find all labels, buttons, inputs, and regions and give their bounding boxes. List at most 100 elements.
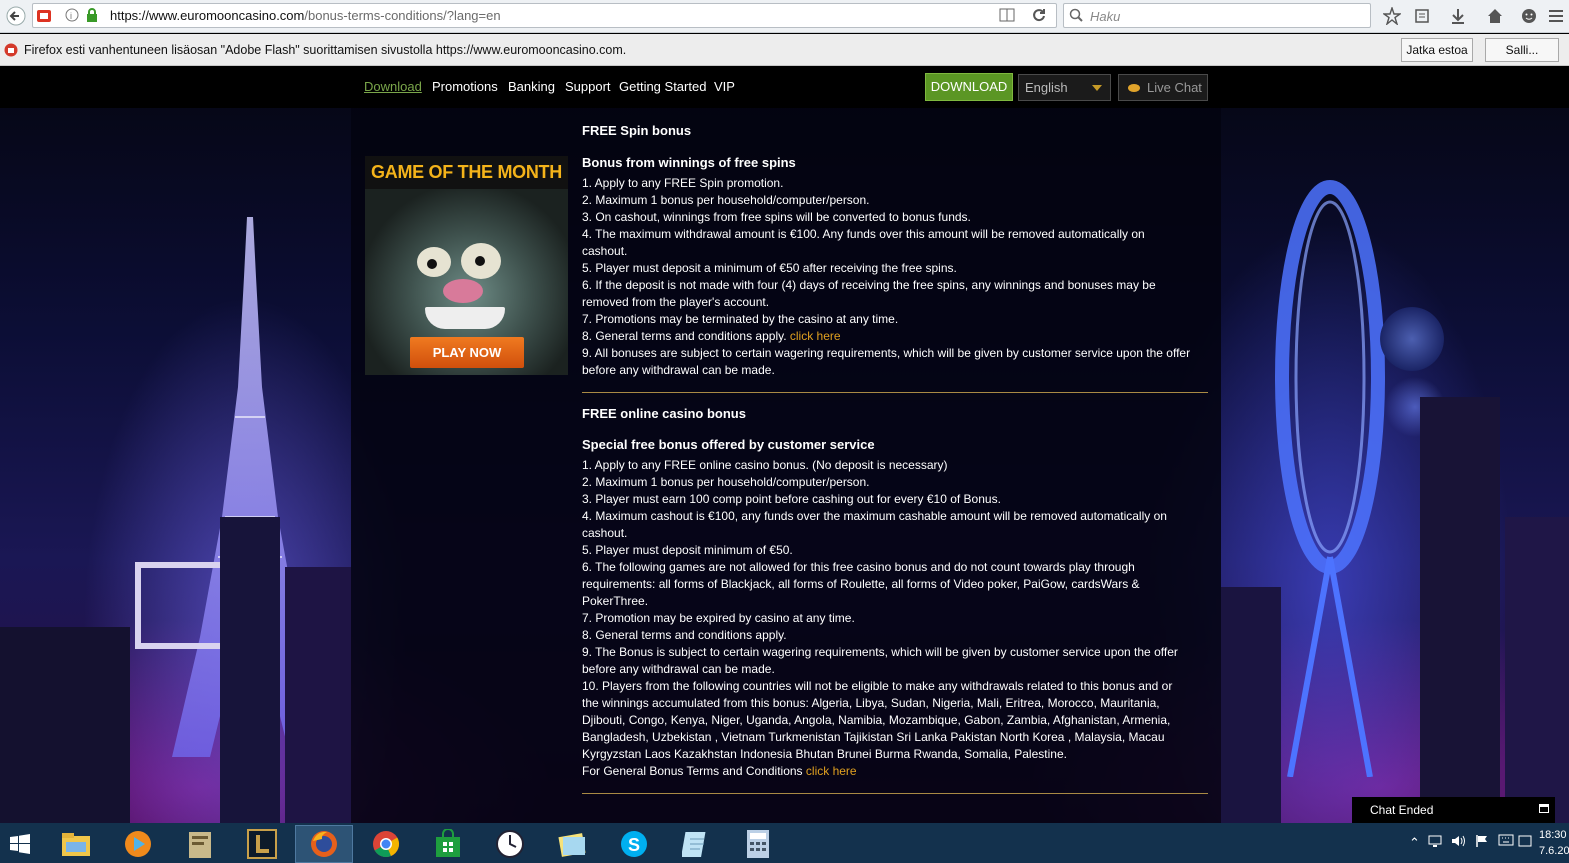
skype-icon[interactable]: S	[605, 825, 663, 863]
term-line: 7. Promotion may be expired by casino at…	[582, 611, 855, 625]
term-line-with-link: 8. General terms and conditions apply. c…	[582, 329, 841, 343]
promo-title: GAME OF THE MONTH	[371, 162, 562, 182]
home-icon[interactable]	[1484, 5, 1506, 27]
character-nose	[443, 279, 483, 303]
nav-promotions[interactable]: Promotions	[432, 79, 498, 94]
building	[1221, 587, 1281, 823]
chevron-down-icon	[1092, 85, 1102, 91]
search-input[interactable]	[1088, 7, 1362, 26]
allow-button[interactable]: Salli...	[1485, 38, 1559, 62]
section-divider	[582, 392, 1208, 393]
notes-icon[interactable]	[543, 825, 601, 863]
nav-banking[interactable]: Banking	[508, 79, 555, 94]
term-line: 9. The Bonus is subject to certain wager…	[582, 645, 1178, 659]
search-bar[interactable]	[1063, 3, 1371, 28]
character-eye	[417, 247, 451, 277]
building	[0, 627, 130, 823]
nav-download[interactable]: Download	[364, 79, 422, 94]
league-icon[interactable]	[233, 825, 291, 863]
network-icon[interactable]	[1428, 834, 1442, 851]
click-here-link[interactable]: click here	[806, 764, 857, 778]
notepad-icon[interactable]	[667, 825, 725, 863]
term-line: 3. Player must earn 100 comp point befor…	[582, 492, 1001, 506]
clock-date: 7.6.201	[1539, 845, 1569, 857]
section-title: FREE online casino bonus	[582, 406, 746, 421]
volume-icon[interactable]	[1451, 834, 1467, 851]
plugin-notification-bar: Firefox esti vanhentuneen lisäosan "Adob…	[0, 34, 1569, 66]
term-line: before any withdrawal can be made.	[582, 363, 775, 377]
lock-icon[interactable]	[83, 5, 101, 25]
store-icon[interactable]	[419, 825, 477, 863]
start-icon[interactable]	[0, 825, 40, 863]
download-button[interactable]: DOWNLOAD	[925, 73, 1013, 101]
term-line: 1. Apply to any FREE online casino bonus…	[582, 458, 948, 472]
media-player-icon[interactable]	[109, 825, 167, 863]
language-select[interactable]: English	[1018, 74, 1111, 101]
menu-icon[interactable]	[1545, 5, 1567, 27]
svg-text:S: S	[628, 835, 640, 855]
nav-support[interactable]: Support	[565, 79, 611, 94]
flash-blocked-icon[interactable]	[35, 5, 53, 25]
term-line: before any withdrawal can be made.	[582, 662, 775, 676]
bookmarks-list-icon[interactable]	[1411, 5, 1433, 27]
clock-time: 18:30	[1539, 829, 1567, 841]
term-line: 5. Player must deposit a minimum of €50 …	[582, 261, 957, 275]
term-line: cashout.	[582, 244, 628, 258]
svg-text:i: i	[70, 11, 72, 21]
reload-icon[interactable]	[1029, 5, 1049, 25]
minimize-icon[interactable]	[1539, 804, 1549, 813]
click-here-link[interactable]: click here	[790, 329, 841, 343]
term-line: 2. Maximum 1 bonus per household/compute…	[582, 193, 870, 207]
app-icon[interactable]	[171, 825, 229, 863]
notification-icon[interactable]	[1518, 834, 1532, 851]
term-line: 6. If the deposit is not made with four …	[582, 278, 1156, 292]
play-now-button[interactable]: PLAY NOW	[410, 337, 524, 368]
term-line: PokerThree.	[582, 594, 649, 608]
url-bar[interactable]: i https://www.euromooncasino.com/bonus-t…	[32, 3, 1057, 28]
section-subtitle: Bonus from winnings of free spins	[582, 155, 796, 170]
term-line: 4. The maximum withdrawal amount is €100…	[582, 227, 1145, 241]
url-host: https://www.euromooncasino.com	[110, 8, 305, 23]
clock-app-icon[interactable]	[481, 825, 539, 863]
file-explorer-icon[interactable]	[47, 825, 105, 863]
term-line: 1. Apply to any FREE Spin promotion.	[582, 176, 784, 190]
reader-view-icon[interactable]	[997, 5, 1017, 25]
term-line: removed from the player's account.	[582, 295, 770, 309]
live-chat-button[interactable]: Live Chat	[1118, 74, 1208, 101]
info-icon[interactable]: i	[63, 5, 81, 25]
chrome-icon[interactable]	[357, 825, 415, 863]
back-icon[interactable]	[5, 5, 27, 27]
calculator-icon[interactable]	[729, 825, 787, 863]
chat-status-bar[interactable]: Chat Ended	[1352, 797, 1555, 823]
term-line: 6. The following games are not allowed f…	[582, 560, 1135, 574]
term-line: Bangladesh, Uzbekistan , Vietnam Turkmen…	[582, 730, 1165, 744]
taskbar: S ⌃ 18:30 7.6.201	[0, 823, 1569, 863]
term-line: 5. Player must deposit minimum of €50.	[582, 543, 793, 557]
plugin-blocked-icon	[2, 40, 20, 60]
term-line: 8. General terms and conditions apply.	[582, 628, 787, 642]
firefox-icon[interactable]	[295, 825, 353, 863]
action-center-flag-icon[interactable]	[1475, 834, 1489, 851]
tray-chevron-up-icon[interactable]: ⌃	[1409, 835, 1420, 851]
term-line: 7. Promotions may be terminated by the c…	[582, 312, 899, 326]
section-title: FREE Spin bonus	[582, 123, 692, 138]
term-line: 10. Players from the following countries…	[582, 679, 1173, 693]
nav-getting-started[interactable]: Getting Started	[619, 79, 706, 94]
term-line: 4. Maximum cashout is €100, any funds ov…	[582, 509, 1167, 523]
term-line-with-link: For General Bonus Terms and Conditions c…	[582, 764, 857, 778]
continue-blocking-button[interactable]: Jatka estoa	[1401, 38, 1473, 62]
term-text: 8. General terms and conditions apply.	[582, 329, 790, 343]
term-line: 3. On cashout, winnings from free spins …	[582, 210, 971, 224]
term-line: Kyrgyzstan Laos Kazakhstan Indonesia Bhu…	[582, 747, 1067, 761]
system-clock[interactable]: 18:30 7.6.201	[1539, 827, 1569, 859]
nav-vip[interactable]: VIP	[714, 79, 735, 94]
term-line: Djibouti, Congo, Kenya, Niger, Uganda, A…	[582, 713, 1171, 727]
bookmark-star-icon[interactable]	[1381, 5, 1403, 27]
game-of-the-month-banner[interactable]: GAME OF THE MONTH PLAY NOW	[365, 156, 568, 375]
keyboard-icon[interactable]	[1498, 834, 1514, 849]
plugin-notification-text: Firefox esti vanhentuneen lisäosan "Adob…	[24, 43, 627, 57]
arch-building	[135, 562, 227, 649]
download-icon[interactable]	[1447, 5, 1469, 27]
term-line: requirements: all forms of Blackjack, al…	[582, 577, 1140, 591]
hello-icon[interactable]	[1518, 5, 1540, 27]
